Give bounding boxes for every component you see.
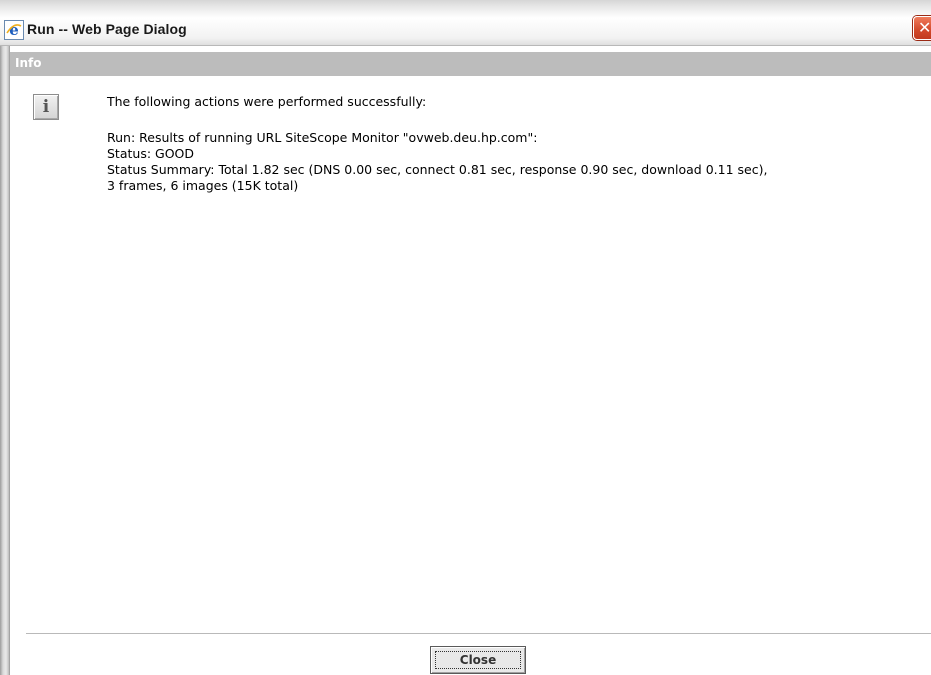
ie-icon: e bbox=[4, 20, 24, 40]
info-header-label: Info bbox=[15, 56, 42, 70]
info-icon-glyph: i bbox=[42, 97, 50, 117]
message-line-summary: Status Summary: Total 1.82 sec (DNS 0.00… bbox=[107, 162, 768, 177]
window-title: Run -- Web Page Dialog bbox=[27, 21, 187, 37]
info-header-bar: Info bbox=[10, 52, 931, 76]
footer-separator bbox=[26, 633, 931, 634]
svg-text:e: e bbox=[9, 21, 19, 39]
message-line-status: Status: GOOD bbox=[107, 146, 195, 161]
message-line-run: Run: Results of running URL SiteScope Mo… bbox=[107, 130, 538, 145]
message-line-frames: 3 frames, 6 images (15K total) bbox=[107, 178, 299, 193]
window-close-button[interactable]: ✕ bbox=[913, 16, 931, 40]
message-intro: The following actions were performed suc… bbox=[107, 94, 427, 109]
close-button-label: Close bbox=[459, 653, 497, 667]
close-icon: ✕ bbox=[918, 18, 931, 37]
close-button[interactable]: Close bbox=[430, 646, 526, 674]
title-bar[interactable]: e Run -- Web Page Dialog ✕ bbox=[0, 0, 931, 46]
info-icon: i bbox=[33, 94, 59, 120]
window-frame-left bbox=[0, 46, 10, 675]
